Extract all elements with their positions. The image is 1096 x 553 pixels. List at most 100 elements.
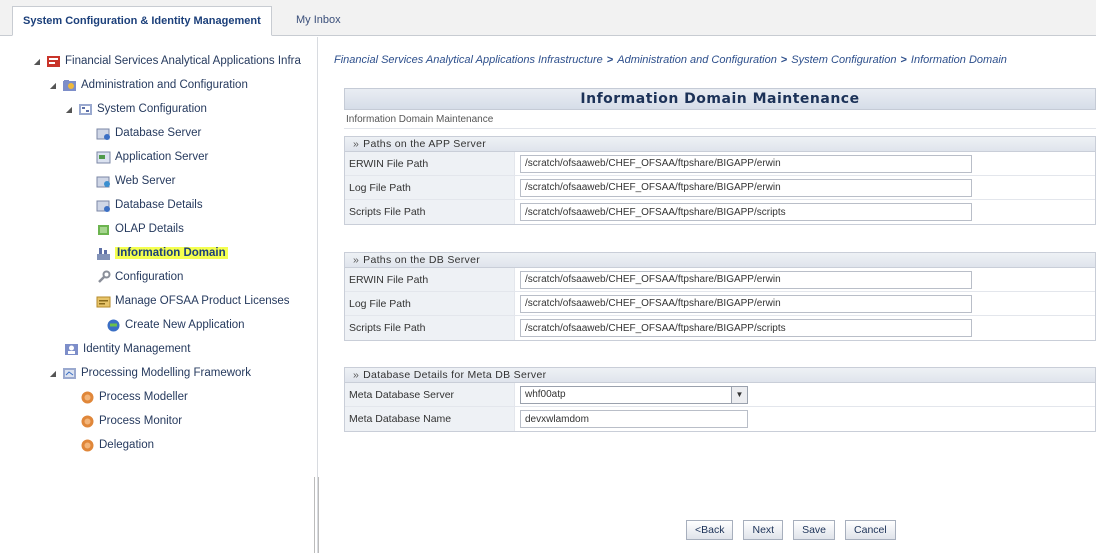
app-erwin-path-input[interactable] — [520, 154, 972, 173]
app-folder-icon — [47, 55, 60, 67]
tree-item-label: Process Monitor — [99, 415, 183, 427]
db-server-section: » Paths on the DB Server ERWIN File Path … — [344, 252, 1096, 341]
cube-icon — [98, 224, 109, 235]
meta-db-server-select[interactable]: whf00atp ▼ — [520, 385, 748, 404]
breadcrumb-item[interactable]: System Configuration — [791, 54, 896, 66]
app-scripts-path-input[interactable] — [520, 203, 972, 221]
tree-item-label: Database Details — [115, 199, 203, 211]
collapse-double-arrow-icon[interactable]: » — [353, 369, 359, 381]
tree-item-label: Configuration — [115, 271, 184, 283]
db-scripts-path-input[interactable] — [520, 319, 972, 337]
app-log-path-input[interactable] — [520, 178, 972, 197]
breadcrumb-item[interactable]: Financial Services Analytical Applicatio… — [334, 54, 603, 66]
create-icon — [107, 319, 120, 331]
back-button[interactable]: <Back — [686, 520, 734, 540]
collapse-icon[interactable]: ◢ — [48, 369, 58, 378]
wrench-icon — [98, 270, 111, 283]
information-domain-panel: Information Domain Maintenance Informati… — [344, 88, 1096, 444]
section-header[interactable]: » Database Details for Meta DB Server — [345, 368, 1095, 383]
form-row: ERWIN File Path — [345, 268, 1095, 292]
tree-item-label: Information Domain — [115, 247, 228, 259]
tree-item-delegation[interactable]: Delegation — [80, 435, 154, 455]
collapse-icon[interactable]: ◢ — [64, 105, 74, 114]
tree-item-processing-modelling-framework[interactable]: ◢ Processing Modelling Framework — [48, 363, 251, 383]
panel-splitter[interactable] — [314, 477, 319, 553]
tree-item-admin[interactable]: ◢ Administration and Configuration — [48, 75, 248, 95]
tree-item-label: Application Server — [115, 151, 209, 163]
section-header[interactable]: » Paths on the APP Server — [345, 137, 1095, 152]
app-server-section: » Paths on the APP Server ERWIN File Path… — [344, 136, 1096, 225]
server-icon — [96, 151, 111, 163]
tree-item-olap-details[interactable]: OLAP Details — [96, 219, 184, 239]
tree-item-root[interactable]: ◢ Financial Services Analytical Applicat… — [32, 51, 301, 71]
tree-item-web-server[interactable]: Web Server — [96, 171, 176, 191]
meta-db-server-label: Meta Database Server — [345, 383, 515, 406]
page-subtitle: Information Domain Maintenance — [344, 111, 1096, 129]
form-row: Log File Path — [345, 176, 1095, 200]
web-icon — [96, 176, 110, 187]
log-path-label: Log File Path — [345, 292, 515, 315]
section-header[interactable]: » Paths on the DB Server — [345, 253, 1095, 268]
tree-item-label: Delegation — [99, 439, 154, 451]
tree-item-manage-licenses[interactable]: Manage OFSAA Product Licenses — [96, 291, 290, 311]
tree-item-system-configuration[interactable]: ◢ System Configuration — [64, 99, 207, 119]
erwin-path-label: ERWIN File Path — [345, 152, 515, 175]
breadcrumb-item-current: Information Domain — [910, 54, 1007, 66]
tab-bar: System Configuration & Identity Manageme… — [0, 0, 1096, 36]
settings-folder-icon — [79, 103, 92, 115]
database-icon — [96, 200, 110, 212]
tree-item-application-server[interactable]: Application Server — [96, 147, 208, 167]
tree-item-database-details[interactable]: Database Details — [96, 195, 203, 215]
form-row: Meta Database Server whf00atp ▼ — [345, 383, 1095, 407]
identity-icon — [65, 343, 78, 355]
save-button[interactable]: Save — [793, 520, 836, 540]
process-icon — [81, 439, 94, 451]
collapse-icon[interactable]: ◢ — [32, 57, 42, 66]
page-title: Information Domain Maintenance — [344, 88, 1096, 110]
tree-item-label: OLAP Details — [115, 223, 184, 235]
tree-item-label: Web Server — [115, 175, 176, 187]
db-log-path-input[interactable] — [520, 294, 972, 313]
scripts-path-label: Scripts File Path — [345, 316, 515, 340]
tree-item-label: Create New Application — [125, 319, 245, 331]
next-button[interactable]: Next — [743, 520, 784, 540]
tree-item-information-domain[interactable]: Information Domain — [96, 243, 228, 263]
tree-item-label: Database Server — [115, 127, 202, 139]
log-path-label: Log File Path — [345, 176, 515, 199]
tree-item-identity-management[interactable]: Identity Management — [64, 339, 190, 359]
tree-item-database-server[interactable]: Database Server — [96, 123, 201, 143]
tree-item-label: Process Modeller — [99, 391, 188, 403]
tree-item-process-monitor[interactable]: Process Monitor — [80, 411, 182, 431]
collapse-icon[interactable]: ◢ — [48, 81, 58, 90]
admin-folder-icon — [63, 79, 76, 91]
erwin-path-label: ERWIN File Path — [345, 268, 515, 291]
license-icon — [96, 296, 111, 307]
collapse-double-arrow-icon[interactable]: » — [353, 254, 359, 266]
tree-item-label: Administration and Configuration — [81, 79, 248, 91]
form-row: Meta Database Name — [345, 407, 1095, 431]
process-icon — [81, 415, 94, 427]
tree-item-label: System Configuration — [97, 103, 207, 115]
meta-db-name-label: Meta Database Name — [345, 407, 515, 431]
cancel-button[interactable]: Cancel — [845, 520, 896, 540]
tree-item-label: Financial Services Analytical Applicatio… — [65, 55, 301, 67]
tab-system-configuration[interactable]: System Configuration & Identity Manageme… — [12, 6, 272, 36]
tree-item-process-modeller[interactable]: Process Modeller — [80, 387, 188, 407]
database-icon — [96, 128, 110, 140]
process-folder-icon — [63, 367, 76, 379]
meta-db-section: » Database Details for Meta DB Server Met… — [344, 367, 1096, 432]
tree-item-label: Processing Modelling Framework — [81, 367, 252, 379]
db-erwin-path-input[interactable] — [520, 270, 972, 289]
collapse-double-arrow-icon[interactable]: » — [353, 138, 359, 150]
tree-item-configuration[interactable]: Configuration — [96, 267, 183, 287]
chevron-down-icon[interactable]: ▼ — [731, 386, 747, 403]
process-icon — [81, 391, 94, 403]
form-row: Log File Path — [345, 292, 1095, 316]
domain-icon — [97, 247, 110, 260]
tab-my-inbox[interactable]: My Inbox — [286, 6, 351, 36]
tree-item-label: Manage OFSAA Product Licenses — [115, 295, 290, 307]
meta-db-name-input[interactable] — [520, 410, 748, 428]
breadcrumb-item[interactable]: Administration and Configuration — [617, 54, 777, 66]
navigation-tree: ◢ Financial Services Analytical Applicat… — [0, 37, 319, 553]
tree-item-create-application[interactable]: Create New Application — [106, 315, 245, 335]
